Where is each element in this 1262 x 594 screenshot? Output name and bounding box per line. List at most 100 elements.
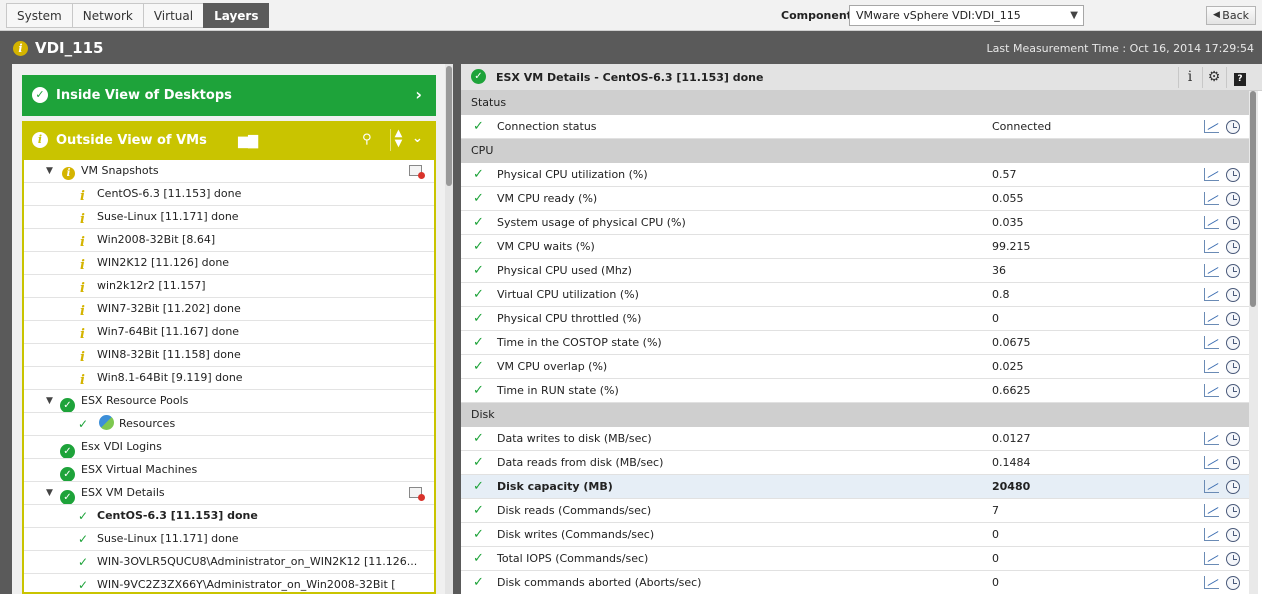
history-icon[interactable] bbox=[1226, 168, 1240, 182]
list-item[interactable]: i WIN8-32Bit [11.158] done bbox=[24, 344, 434, 367]
trend-graph-icon[interactable] bbox=[1204, 216, 1219, 229]
history-icon[interactable] bbox=[1226, 192, 1240, 206]
check-icon: ✓ bbox=[473, 527, 484, 542]
check-icon: ✓ bbox=[473, 551, 484, 566]
history-icon[interactable] bbox=[1226, 264, 1240, 278]
list-item[interactable]: ✓ Suse-Linux [11.171] done bbox=[24, 528, 434, 551]
table-row: ✓ Physical CPU used (Mhz) 36 bbox=[461, 259, 1249, 283]
list-item[interactable]: i Win7-64Bit [11.167] done bbox=[24, 321, 434, 344]
measure-name: Disk capacity (MB) bbox=[497, 480, 613, 493]
trend-graph-icon[interactable] bbox=[1204, 432, 1219, 445]
list-item[interactable]: i win2k12r2 [11.157] bbox=[24, 275, 434, 298]
trend-graph-icon[interactable] bbox=[1204, 528, 1219, 541]
measure-name: Disk commands aborted (Aborts/sec) bbox=[497, 576, 702, 589]
history-icon[interactable] bbox=[1226, 576, 1240, 590]
trend-graph-icon[interactable] bbox=[1204, 192, 1219, 205]
details-scrollbar[interactable] bbox=[1249, 91, 1258, 594]
history-icon[interactable] bbox=[1226, 240, 1240, 254]
collapse-icon[interactable]: ▼ bbox=[46, 390, 53, 412]
tab-network[interactable]: Network bbox=[71, 3, 143, 28]
trend-graph-icon[interactable] bbox=[1204, 480, 1219, 493]
trend-graph-icon[interactable] bbox=[1204, 552, 1219, 565]
list-item[interactable]: ✓ WIN-3OVLR5QUCU8\Administrator_on_WIN2K1… bbox=[24, 551, 434, 574]
list-item[interactable]: i Win8.1-64Bit [9.119] done bbox=[24, 367, 434, 390]
trend-graph-icon[interactable] bbox=[1204, 360, 1219, 373]
trend-graph-icon[interactable] bbox=[1204, 336, 1219, 349]
gear-icon[interactable]: ⚙ bbox=[1203, 67, 1225, 88]
measure-name: Data reads from disk (MB/sec) bbox=[497, 456, 664, 469]
report-icon[interactable] bbox=[409, 165, 425, 179]
tree-node-virtual-machines[interactable]: ✓ ESX Virtual Machines bbox=[24, 459, 434, 482]
history-icon[interactable] bbox=[1226, 528, 1240, 542]
history-icon[interactable] bbox=[1226, 432, 1240, 446]
tree-node-resource-pools[interactable]: ▼ ✓ ESX Resource Pools bbox=[24, 390, 434, 413]
list-item[interactable]: i CentOS-6.3 [11.153] done bbox=[24, 183, 434, 206]
page-title: VDI_115 bbox=[35, 39, 104, 57]
list-item[interactable]: i Win2008-32Bit [8.64] bbox=[24, 229, 434, 252]
trend-graph-icon[interactable] bbox=[1204, 168, 1219, 181]
list-item[interactable]: ✓ CentOS-6.3 [11.153] done bbox=[24, 505, 434, 528]
trend-graph-icon[interactable] bbox=[1204, 120, 1219, 133]
tab-virtual[interactable]: Virtual bbox=[142, 3, 204, 28]
help-icon[interactable]: ? bbox=[1229, 67, 1251, 88]
measure-value: 0.0675 bbox=[992, 336, 1031, 349]
bar-chart-icon[interactable]: ▆▇ bbox=[238, 134, 258, 149]
inside-view-bar[interactable]: ✓ Inside View of Desktops › bbox=[22, 75, 436, 116]
history-icon[interactable] bbox=[1226, 120, 1240, 134]
trend-graph-icon[interactable] bbox=[1204, 264, 1219, 277]
measure-name: Total IOPS (Commands/sec) bbox=[497, 552, 649, 565]
history-icon[interactable] bbox=[1226, 504, 1240, 518]
tree-node-label: VM Snapshots bbox=[81, 164, 159, 177]
tree-item-label: CentOS-6.3 [11.153] done bbox=[97, 509, 258, 522]
info-icon: i bbox=[80, 327, 85, 342]
back-button[interactable]: ◀ Back bbox=[1206, 6, 1256, 25]
history-icon[interactable] bbox=[1226, 312, 1240, 326]
tree-node-vm-snapshots[interactable]: ▼ i VM Snapshots bbox=[24, 160, 434, 183]
list-item[interactable]: i WIN2K12 [11.126] done bbox=[24, 252, 434, 275]
history-icon[interactable] bbox=[1226, 480, 1240, 494]
scroll-thumb[interactable] bbox=[446, 66, 452, 186]
info-icon: i bbox=[80, 235, 85, 250]
section-cpu: CPU bbox=[461, 139, 1249, 163]
trend-graph-icon[interactable] bbox=[1204, 384, 1219, 397]
component-select[interactable]: VMware vSphere VDI:VDI_115 ▼ bbox=[849, 5, 1084, 26]
trend-graph-icon[interactable] bbox=[1204, 240, 1219, 253]
table-row: ✓ VM CPU overlap (%) 0.025 bbox=[461, 355, 1249, 379]
trend-graph-icon[interactable] bbox=[1204, 456, 1219, 469]
trend-graph-icon[interactable] bbox=[1204, 504, 1219, 517]
left-panel: ✓ Inside View of Desktops › i Outside Vi… bbox=[12, 64, 453, 594]
history-icon[interactable] bbox=[1226, 336, 1240, 350]
trend-graph-icon[interactable] bbox=[1204, 288, 1219, 301]
tree-node-vdi-logins[interactable]: ✓ Esx VDI Logins bbox=[24, 436, 434, 459]
table-row: ✓ Connection status Connected bbox=[461, 115, 1249, 139]
tab-layers[interactable]: Layers bbox=[203, 3, 270, 28]
trend-graph-icon[interactable] bbox=[1204, 312, 1219, 325]
list-item[interactable]: ✓ WIN-9VC2Z3ZX66Y\Administrator_on_Win200… bbox=[24, 574, 434, 594]
expand-collapse-icon[interactable]: ▲ ▼ bbox=[390, 129, 406, 151]
history-icon[interactable] bbox=[1226, 456, 1240, 470]
tree-node-vm-details[interactable]: ▼ ✓ ESX VM Details bbox=[24, 482, 434, 505]
list-item[interactable]: i WIN7-32Bit [11.202] done bbox=[24, 298, 434, 321]
history-icon[interactable] bbox=[1226, 552, 1240, 566]
measure-name: Disk writes (Commands/sec) bbox=[497, 528, 655, 541]
list-item[interactable]: ✓ Resources bbox=[24, 413, 434, 436]
chevron-down-icon: ▼ bbox=[1070, 10, 1078, 21]
trend-graph-icon[interactable] bbox=[1204, 576, 1219, 589]
info-icon[interactable]: i bbox=[1179, 67, 1201, 88]
outside-view-header[interactable]: i Outside View of VMs ▆▇ ⚲ ▲ ▼ ⌄ bbox=[22, 121, 436, 160]
collapse-icon[interactable]: ▼ bbox=[46, 482, 53, 504]
chevron-down-icon[interactable]: ⌄ bbox=[412, 131, 423, 146]
list-item[interactable]: i Suse-Linux [11.171] done bbox=[24, 206, 434, 229]
collapse-icon[interactable]: ▼ bbox=[46, 160, 53, 182]
history-icon[interactable] bbox=[1226, 216, 1240, 230]
check-circle-icon: ✓ bbox=[471, 69, 486, 84]
history-icon[interactable] bbox=[1226, 288, 1240, 302]
info-icon: i bbox=[80, 373, 85, 388]
scroll-thumb[interactable] bbox=[1250, 91, 1256, 307]
history-icon[interactable] bbox=[1226, 360, 1240, 374]
left-scrollbar[interactable] bbox=[445, 64, 453, 594]
history-icon[interactable] bbox=[1226, 384, 1240, 398]
report-icon[interactable] bbox=[409, 487, 425, 501]
tab-system[interactable]: System bbox=[6, 3, 72, 28]
search-icon[interactable]: ⚲ bbox=[362, 132, 372, 147]
